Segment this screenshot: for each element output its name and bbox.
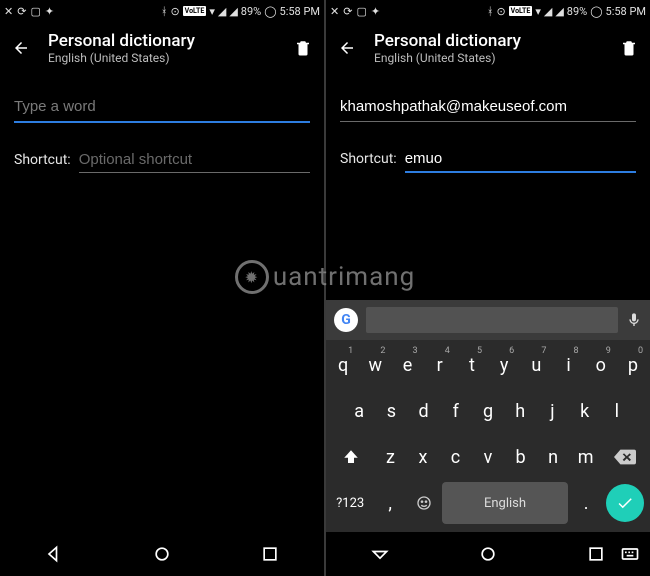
key-shift[interactable] [328,436,373,478]
clock-text: 5:58 PM [280,5,320,18]
key-n[interactable]: n [538,436,569,478]
key-e[interactable]: e3 [392,344,422,386]
delete-button[interactable] [620,39,638,57]
key-symbols[interactable]: ?123 [328,482,372,524]
google-icon[interactable]: G [334,308,358,332]
cast-icon: ⊙ [496,5,505,18]
key-o[interactable]: o9 [586,344,616,386]
app-bar: Personal dictionary English (United Stat… [326,22,650,74]
key-j[interactable]: j [537,390,567,432]
signal-icon: ◢ [218,5,226,18]
sync-icon: ⟳ [17,5,26,18]
keyboard: G q1w2e3r4t5y6u7i8o9p0 asdfghjkl zxcvbnm [326,300,650,576]
signal2-icon: ◢ [229,5,237,18]
key-b[interactable]: b [505,436,536,478]
volte-badge: VoLTE [183,6,207,16]
key-k[interactable]: k [570,390,600,432]
battery-text: 89% [241,5,261,18]
key-c[interactable]: c [440,436,471,478]
key-l[interactable]: l [602,390,632,432]
key-backspace[interactable] [603,436,648,478]
key-m[interactable]: m [570,436,601,478]
image-icon: ▢ [30,5,40,18]
key-d[interactable]: d [408,390,438,432]
battery-icon: ◯ [590,5,602,18]
image-icon: ▢ [356,5,366,18]
signal2-icon: ◢ [555,5,563,18]
back-button[interactable] [12,39,30,57]
key-p[interactable]: p0 [618,344,648,386]
page-title: Personal dictionary [374,31,602,51]
key-h[interactable]: h [505,390,535,432]
volte-badge: VoLTE [509,6,533,16]
back-button[interactable] [338,39,356,57]
key-g[interactable]: g [473,390,503,432]
key-x[interactable]: x [408,436,439,478]
key-emoji[interactable] [408,482,440,524]
sync-icon: ⟳ [343,5,352,18]
suggestion-strip[interactable] [366,307,618,333]
key-v[interactable]: v [473,436,504,478]
nav-home[interactable] [152,544,172,564]
key-space[interactable]: English [442,482,569,524]
shortcut-label: Shortcut: [340,151,397,167]
wifi-icon: ▾ [535,5,541,18]
nav-back[interactable] [44,544,64,564]
page-subtitle: English (United States) [48,51,276,65]
key-i[interactable]: i8 [553,344,583,386]
shortcut-input[interactable] [79,147,310,173]
wifi-icon: ▾ [209,5,215,18]
usb-icon: ✕ [4,5,13,18]
bluetooth-icon: ᚼ [161,5,168,18]
shortcut-label: Shortcut: [14,152,71,168]
delete-button[interactable] [294,39,312,57]
keyboard-switch-icon[interactable] [620,544,640,564]
cast-icon: ⊙ [170,5,179,18]
shortcut-input[interactable] [405,146,636,173]
key-u[interactable]: u7 [521,344,551,386]
status-bar: ✕ ⟳ ▢ ✦ ᚼ ⊙ VoLTE ▾ ◢ ◢ 89% ◯ 5:58 PM [326,0,650,22]
page-title: Personal dictionary [48,31,276,51]
word-input[interactable] [340,92,636,122]
key-z[interactable]: z [375,436,406,478]
refresh-icon: ✦ [45,5,54,18]
key-y[interactable]: y6 [489,344,519,386]
key-w[interactable]: w2 [360,344,390,386]
battery-text: 89% [567,5,587,18]
page-subtitle: English (United States) [374,51,602,65]
suggestion-bar: G [326,300,650,340]
key-r[interactable]: r4 [425,344,455,386]
nav-back-down[interactable] [370,544,390,564]
key-enter[interactable] [606,484,644,522]
key-period[interactable]: . [570,482,602,524]
usb-icon: ✕ [330,5,339,18]
key-f[interactable]: f [441,390,471,432]
status-bar: ✕ ⟳ ▢ ✦ ᚼ ⊙ VoLTE ▾ ◢ ◢ 89% ◯ 5:58 PM [0,0,324,22]
clock-text: 5:58 PM [606,5,646,18]
key-t[interactable]: t5 [457,344,487,386]
app-bar: Personal dictionary English (United Stat… [0,22,324,74]
key-comma[interactable]: , [374,482,406,524]
screen-left: ✕ ⟳ ▢ ✦ ᚼ ⊙ VoLTE ▾ ◢ ◢ 89% ◯ 5:58 PM [0,0,324,576]
nav-recent[interactable] [260,544,280,564]
bluetooth-icon: ᚼ [487,5,494,18]
word-input[interactable] [14,92,310,123]
nav-recent[interactable] [586,544,606,564]
refresh-icon: ✦ [371,5,380,18]
screen-right: ✕ ⟳ ▢ ✦ ᚼ ⊙ VoLTE ▾ ◢ ◢ 89% ◯ 5:58 PM [326,0,650,576]
battery-icon: ◯ [264,5,276,18]
signal-icon: ◢ [544,5,552,18]
nav-bar [326,532,650,576]
key-q[interactable]: q1 [328,344,358,386]
key-a[interactable]: a [344,390,374,432]
nav-bar [0,532,324,576]
mic-icon[interactable] [626,312,642,328]
nav-home[interactable] [478,544,498,564]
key-s[interactable]: s [376,390,406,432]
